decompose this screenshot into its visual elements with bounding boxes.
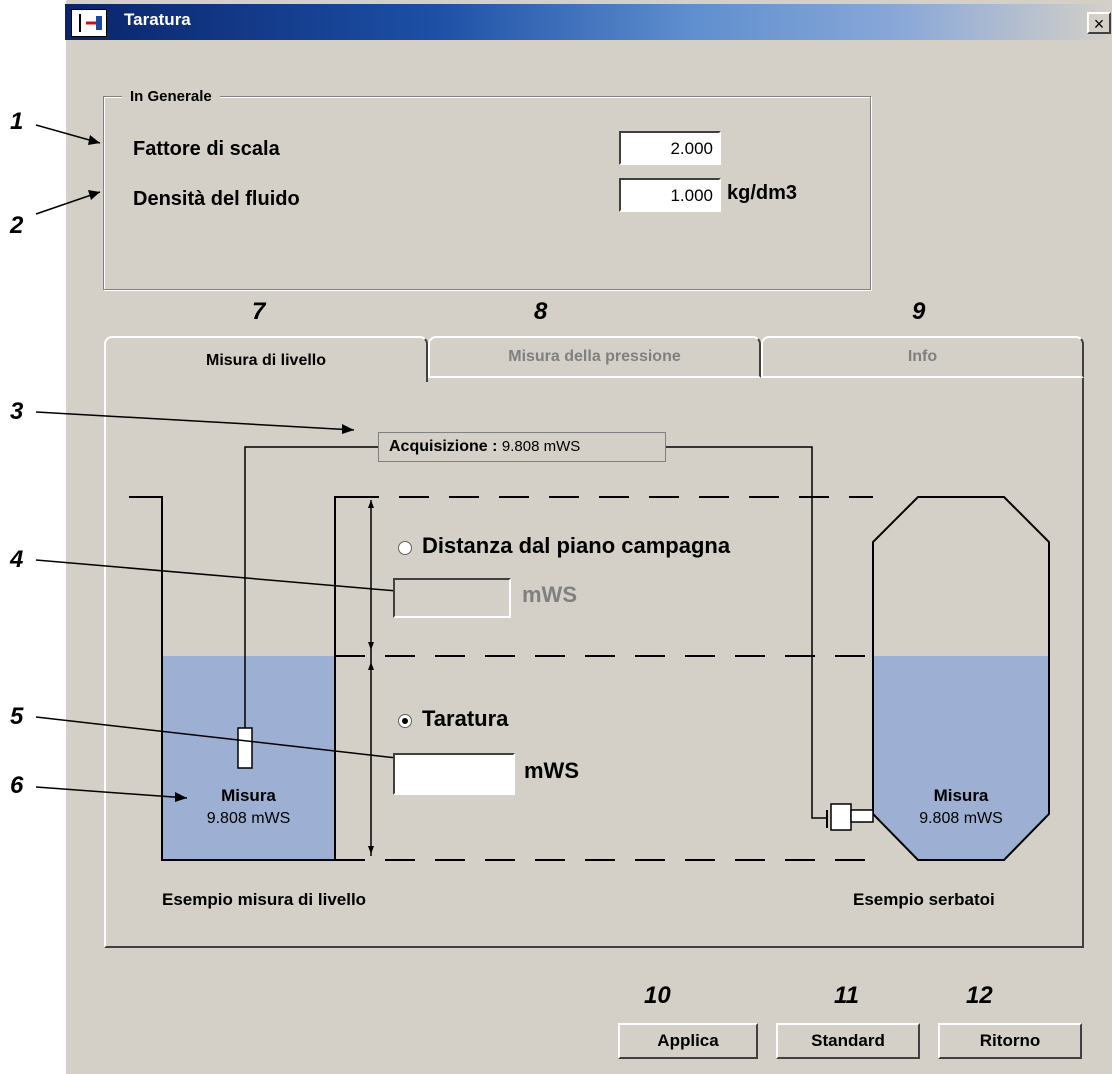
return-button[interactable]: Ritorno [938, 1023, 1082, 1059]
distance-unit: mWS [522, 582, 577, 607]
annotation-2: 2 [10, 212, 24, 239]
annotation-9: 9 [912, 298, 926, 325]
annotation-10: 10 [644, 982, 671, 1009]
annotation-arrow-3 [35, 411, 355, 431]
tank-measure-label: Misura [933, 786, 989, 805]
example-tank-caption: Esempio serbatoi [853, 890, 995, 909]
annotation-7: 7 [252, 298, 266, 325]
annotation-4: 4 [10, 546, 24, 573]
annotation-1: 1 [10, 108, 24, 135]
arrow-icon [88, 190, 100, 200]
apply-button[interactable]: Applica [618, 1023, 758, 1059]
annotation-12: 12 [966, 982, 993, 1009]
tank-measure-value: 9.808 mWS [919, 810, 1003, 827]
sensor-connector [850, 809, 874, 823]
annotation-arrow-4 [35, 559, 433, 595]
tank-water [873, 656, 1049, 860]
acquisition-value: 9.808 mWS [501, 438, 581, 455]
pressure-sensor-icon [830, 803, 852, 831]
annotation-8: 8 [534, 298, 548, 325]
distance-radio[interactable] [398, 541, 412, 555]
calibration-unit: mWS [524, 758, 579, 783]
probe-icon [237, 727, 253, 769]
annotation-11: 11 [834, 982, 859, 1009]
arrow-icon [88, 135, 100, 145]
distance-label[interactable]: Distanza dal piano campagna [422, 533, 730, 559]
example-level-caption: Esempio misura di livello [162, 890, 367, 909]
distance-input[interactable] [393, 578, 511, 618]
calibration-input[interactable] [393, 753, 515, 795]
annotation-6: 6 [10, 772, 24, 799]
acquisition-label: Acquisizione : [389, 438, 498, 455]
acquisition-readout: Acquisizione : 9.808 mWS [378, 432, 666, 462]
tank-cable [666, 446, 827, 819]
arrow-icon [368, 500, 374, 508]
arrow-icon [368, 662, 374, 670]
arrow-icon [342, 424, 354, 434]
standard-button[interactable]: Standard [776, 1023, 920, 1059]
arrow-icon [368, 846, 374, 854]
annotation-3: 3 [10, 398, 24, 425]
calibration-label[interactable]: Taratura [422, 706, 508, 732]
well-measure-label: Misura [221, 786, 276, 805]
arrow-icon [368, 642, 374, 650]
calibration-radio[interactable] [398, 714, 412, 728]
annotation-5: 5 [10, 703, 24, 730]
well-measure-value: 9.808 mWS [206, 810, 291, 827]
